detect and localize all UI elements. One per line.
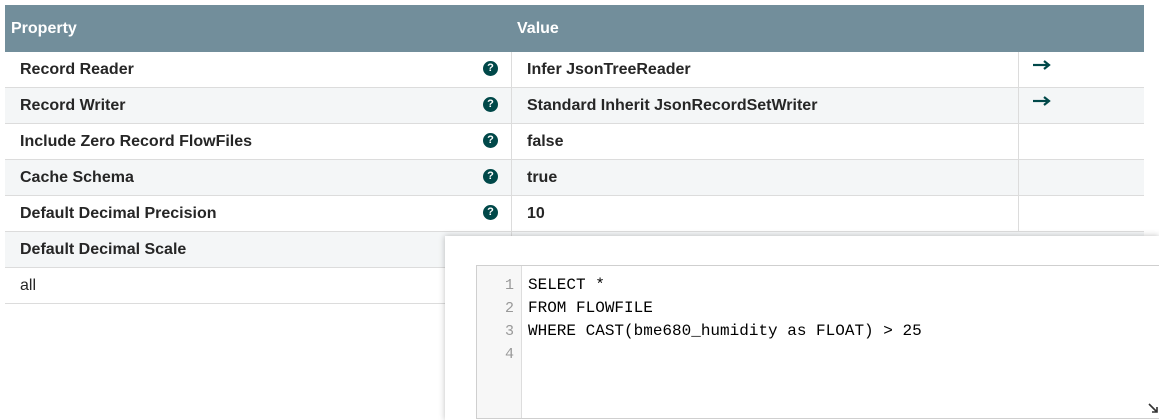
question-circle-icon[interactable]: ? <box>483 97 498 112</box>
question-circle-icon[interactable]: ? <box>483 61 498 76</box>
column-divider <box>511 124 512 159</box>
table-header: Property Value <box>5 5 1144 52</box>
property-value[interactable]: Infer JsonTreeReader <box>527 61 691 79</box>
column-divider <box>1018 124 1019 159</box>
question-circle-icon[interactable]: ? <box>483 169 498 184</box>
table-row[interactable]: Include Zero Record FlowFiles ? false <box>5 124 1144 160</box>
column-divider <box>1018 88 1019 123</box>
property-name: Record Writer <box>20 97 126 114</box>
line-number: 4 <box>504 346 514 363</box>
property-editor-page: Property Value Record Reader ? Infer Jso… <box>0 0 1159 420</box>
question-circle-icon[interactable]: ? <box>483 205 498 220</box>
property-name: Record Reader <box>20 61 134 78</box>
property-name: all <box>20 277 37 294</box>
column-divider <box>511 52 512 87</box>
arrow-right-icon[interactable] <box>1032 57 1052 75</box>
property-name: Default Decimal Scale <box>20 241 187 258</box>
column-divider <box>511 196 512 231</box>
property-value[interactable]: Standard Inherit JsonRecordSetWriter <box>527 97 817 115</box>
property-value[interactable]: 10 <box>527 205 545 223</box>
property-name: Include Zero Record FlowFiles <box>20 133 253 150</box>
column-divider <box>1018 52 1019 87</box>
code-line[interactable]: FROM FLOWFILE <box>528 299 653 317</box>
property-value[interactable]: false <box>527 133 563 151</box>
table-row[interactable]: Record Writer ? Standard Inherit JsonRec… <box>5 88 1144 124</box>
code-editor[interactable]: 1 2 3 4 SELECT * FROM FLOWFILE WHERE CAS… <box>476 265 1159 419</box>
resize-handle-icon[interactable] <box>1147 402 1159 414</box>
line-number-gutter: 1 2 3 4 <box>477 266 522 418</box>
table-row[interactable]: Record Reader ? Infer JsonTreeReader <box>5 52 1144 88</box>
property-value[interactable]: true <box>527 169 557 187</box>
header-value: Value <box>517 20 559 37</box>
property-name: Cache Schema <box>20 169 134 186</box>
property-name: Default Decimal Precision <box>20 205 217 222</box>
header-property: Property <box>11 20 77 37</box>
column-divider <box>511 160 512 195</box>
line-number: 3 <box>504 323 514 340</box>
value-editor-popup: 1 2 3 4 SELECT * FROM FLOWFILE WHERE CAS… <box>445 236 1159 420</box>
table-row[interactable]: Default Decimal Precision ? 10 <box>5 196 1144 232</box>
line-number: 1 <box>504 277 514 294</box>
arrow-right-icon[interactable] <box>1032 93 1052 111</box>
column-divider <box>1018 196 1019 231</box>
line-number: 2 <box>504 300 514 317</box>
code-line[interactable]: SELECT * <box>528 276 605 294</box>
code-line[interactable]: WHERE CAST(bme680_humidity as FLOAT) > 2… <box>528 322 922 340</box>
column-divider <box>1018 160 1019 195</box>
column-divider <box>511 88 512 123</box>
question-circle-icon[interactable]: ? <box>483 133 498 148</box>
table-row[interactable]: Cache Schema ? true <box>5 160 1144 196</box>
